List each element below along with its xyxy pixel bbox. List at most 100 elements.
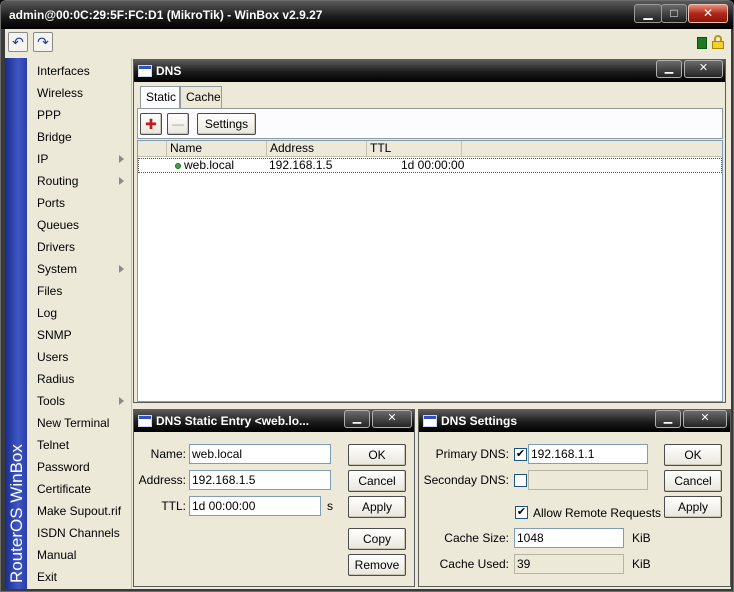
copy-button[interactable]: Copy bbox=[348, 528, 406, 550]
sidebar-item-telnet[interactable]: Telnet bbox=[27, 434, 132, 456]
remove-button[interactable]: — bbox=[167, 113, 189, 135]
close-icon: ✕ bbox=[387, 412, 397, 424]
dns-settings-title: DNS Settings bbox=[441, 414, 518, 428]
minimize-icon: ▁ bbox=[663, 412, 673, 424]
sidebar-item-manual[interactable]: Manual bbox=[27, 544, 132, 566]
apply-button[interactable]: Apply bbox=[348, 496, 406, 518]
sidebar-item-routing[interactable]: Routing bbox=[27, 170, 132, 192]
column-ttl[interactable]: TTL bbox=[367, 141, 462, 157]
column-address[interactable]: Address bbox=[267, 141, 367, 157]
sidebar-item-label: Password bbox=[37, 460, 90, 474]
cache-size-unit: KiB bbox=[632, 531, 651, 545]
lock-icon bbox=[712, 35, 724, 49]
main-menu: Interfaces Wireless PPP Bridge IP Routing Port… bbox=[27, 58, 132, 589]
sidebar-item-bridge[interactable]: Bridge bbox=[27, 126, 132, 148]
settings-ok-button[interactable]: OK bbox=[664, 444, 722, 466]
dns-minimize-button[interactable]: ▁ bbox=[656, 60, 682, 78]
submenu-arrow-icon bbox=[119, 265, 124, 273]
cache-used-field: 39 bbox=[514, 554, 624, 574]
allow-remote-checkbox[interactable]: ✔ bbox=[515, 506, 528, 519]
primary-dns-checkbox[interactable]: ✔ bbox=[514, 448, 527, 461]
add-button[interactable]: ✚ bbox=[140, 113, 162, 135]
minimize-button[interactable]: ▁ bbox=[634, 4, 662, 23]
sidebar-item-wireless[interactable]: Wireless bbox=[27, 82, 132, 104]
sidebar-item-label: PPP bbox=[37, 108, 62, 122]
secondary-dns-checkbox[interactable] bbox=[514, 474, 527, 487]
sidebar-item-files[interactable]: Files bbox=[27, 280, 132, 302]
static-entry-close-button[interactable]: ✕ bbox=[372, 410, 412, 428]
static-entry-minimize-button[interactable]: ▁ bbox=[344, 410, 370, 428]
sidebar-item-label: Routing bbox=[37, 174, 79, 188]
sidebar-item-exit[interactable]: Exit bbox=[27, 566, 132, 588]
row-address: 192.168.1.5 bbox=[269, 158, 333, 172]
redo-button[interactable]: ↷ bbox=[33, 32, 53, 52]
dns-window-title-bar[interactable]: DNS ▁ ✕ bbox=[134, 60, 725, 82]
dns-window: DNS ▁ ✕ Static Cache ✚ — Settings Name A… bbox=[133, 59, 726, 403]
sidebar-item-radius[interactable]: Radius bbox=[27, 368, 132, 390]
sidebar-item-ip[interactable]: IP bbox=[27, 148, 132, 170]
sidebar-item-snmp[interactable]: SNMP bbox=[27, 324, 132, 346]
sidebar-item-ports[interactable]: Ports bbox=[27, 192, 132, 214]
close-button[interactable]: ✕ bbox=[688, 4, 728, 23]
sidebar-item-new-terminal[interactable]: New Terminal bbox=[27, 412, 132, 434]
dns-settings-title-bar[interactable]: DNS Settings ▁ ✕ bbox=[419, 410, 730, 432]
sidebar-item-label: Log bbox=[37, 306, 58, 320]
sidebar-item-tools[interactable]: Tools bbox=[27, 390, 132, 412]
column-name[interactable]: Name bbox=[167, 141, 267, 157]
primary-dns-field[interactable]: 192.168.1.1 bbox=[528, 444, 648, 464]
settings-cancel-button[interactable]: Cancel bbox=[664, 470, 722, 492]
dns-static-table: Name Address TTL web.local 192.168.1.5 1… bbox=[137, 140, 723, 402]
brand-sidebar: RouterOS WinBox bbox=[5, 58, 27, 589]
secondary-dns-field[interactable] bbox=[528, 470, 648, 490]
sidebar-item-ppp[interactable]: PPP bbox=[27, 104, 132, 126]
ttl-unit: s bbox=[327, 499, 333, 513]
main-title-bar[interactable]: admin@00:0C:29:5F:FC:D1 (MikroTik) - Win… bbox=[1, 1, 733, 29]
sidebar-item-queues[interactable]: Queues bbox=[27, 214, 132, 236]
table-row[interactable]: web.local 192.168.1.5 1d 00:00:00 bbox=[138, 158, 722, 173]
sidebar-item-label: Drivers bbox=[37, 240, 75, 254]
sidebar-item-label: Exit bbox=[37, 570, 58, 584]
close-icon: ✕ bbox=[700, 412, 710, 424]
sidebar-item-system[interactable]: System bbox=[27, 258, 132, 280]
sidebar-item-label: Interfaces bbox=[37, 64, 90, 78]
minimize-icon: ▁ bbox=[352, 412, 362, 424]
static-entry-title-bar[interactable]: DNS Static Entry <web.lo... ▁ ✕ bbox=[134, 410, 414, 432]
maximize-button[interactable]: □ bbox=[661, 4, 687, 23]
dns-close-button[interactable]: ✕ bbox=[684, 60, 723, 78]
dns-settings-minimize-button[interactable]: ▁ bbox=[655, 410, 681, 428]
sidebar-item-interfaces[interactable]: Interfaces bbox=[27, 60, 132, 82]
address-field[interactable]: 192.168.1.5 bbox=[189, 470, 331, 490]
dns-settings-close-button[interactable]: ✕ bbox=[683, 410, 727, 428]
dns-window-title: DNS bbox=[156, 64, 182, 78]
cache-size-field[interactable]: 1048 bbox=[514, 528, 624, 548]
sidebar-item-password[interactable]: Password bbox=[27, 456, 132, 478]
undo-icon: ↶ bbox=[12, 34, 24, 50]
sidebar-item-isdn-channels[interactable]: ISDN Channels bbox=[27, 522, 132, 544]
name-field[interactable]: web.local bbox=[189, 444, 331, 464]
minimize-icon: ▁ bbox=[664, 62, 674, 74]
sidebar-item-make-supout-rif[interactable]: Make Supout.rif bbox=[27, 500, 132, 522]
remove-entry-button[interactable]: Remove bbox=[348, 554, 406, 576]
ttl-field[interactable]: 1d 00:00:00 bbox=[189, 496, 321, 516]
settings-button[interactable]: Settings bbox=[197, 113, 256, 135]
sidebar-item-label: Files bbox=[37, 284, 63, 298]
sidebar-item-certificate[interactable]: Certificate bbox=[27, 478, 132, 500]
tab-static[interactable]: Static bbox=[140, 86, 180, 110]
tab-cache[interactable]: Cache bbox=[180, 86, 222, 108]
sidebar-item-log[interactable]: Log bbox=[27, 302, 132, 324]
sidebar-item-label: Make Supout.rif bbox=[37, 504, 122, 518]
sidebar-item-users[interactable]: Users bbox=[27, 346, 132, 368]
row-name: web.local bbox=[184, 158, 235, 172]
address-label: Address: bbox=[138, 473, 186, 487]
row-ttl: 1d 00:00:00 bbox=[401, 158, 465, 172]
sidebar-item-drivers[interactable]: Drivers bbox=[27, 236, 132, 258]
close-icon: ✕ bbox=[698, 62, 709, 74]
submenu-arrow-icon bbox=[119, 397, 124, 405]
sidebar-item-label: Manual bbox=[37, 548, 77, 562]
dns-settings-window: DNS Settings ▁ ✕ Primary DNS: ✔ 192.168.… bbox=[418, 409, 731, 587]
sidebar-item-label: SNMP bbox=[37, 328, 72, 342]
settings-apply-button[interactable]: Apply bbox=[664, 496, 722, 518]
cancel-button[interactable]: Cancel bbox=[348, 470, 406, 492]
undo-button[interactable]: ↶ bbox=[8, 32, 28, 52]
ok-button[interactable]: OK bbox=[348, 444, 406, 466]
